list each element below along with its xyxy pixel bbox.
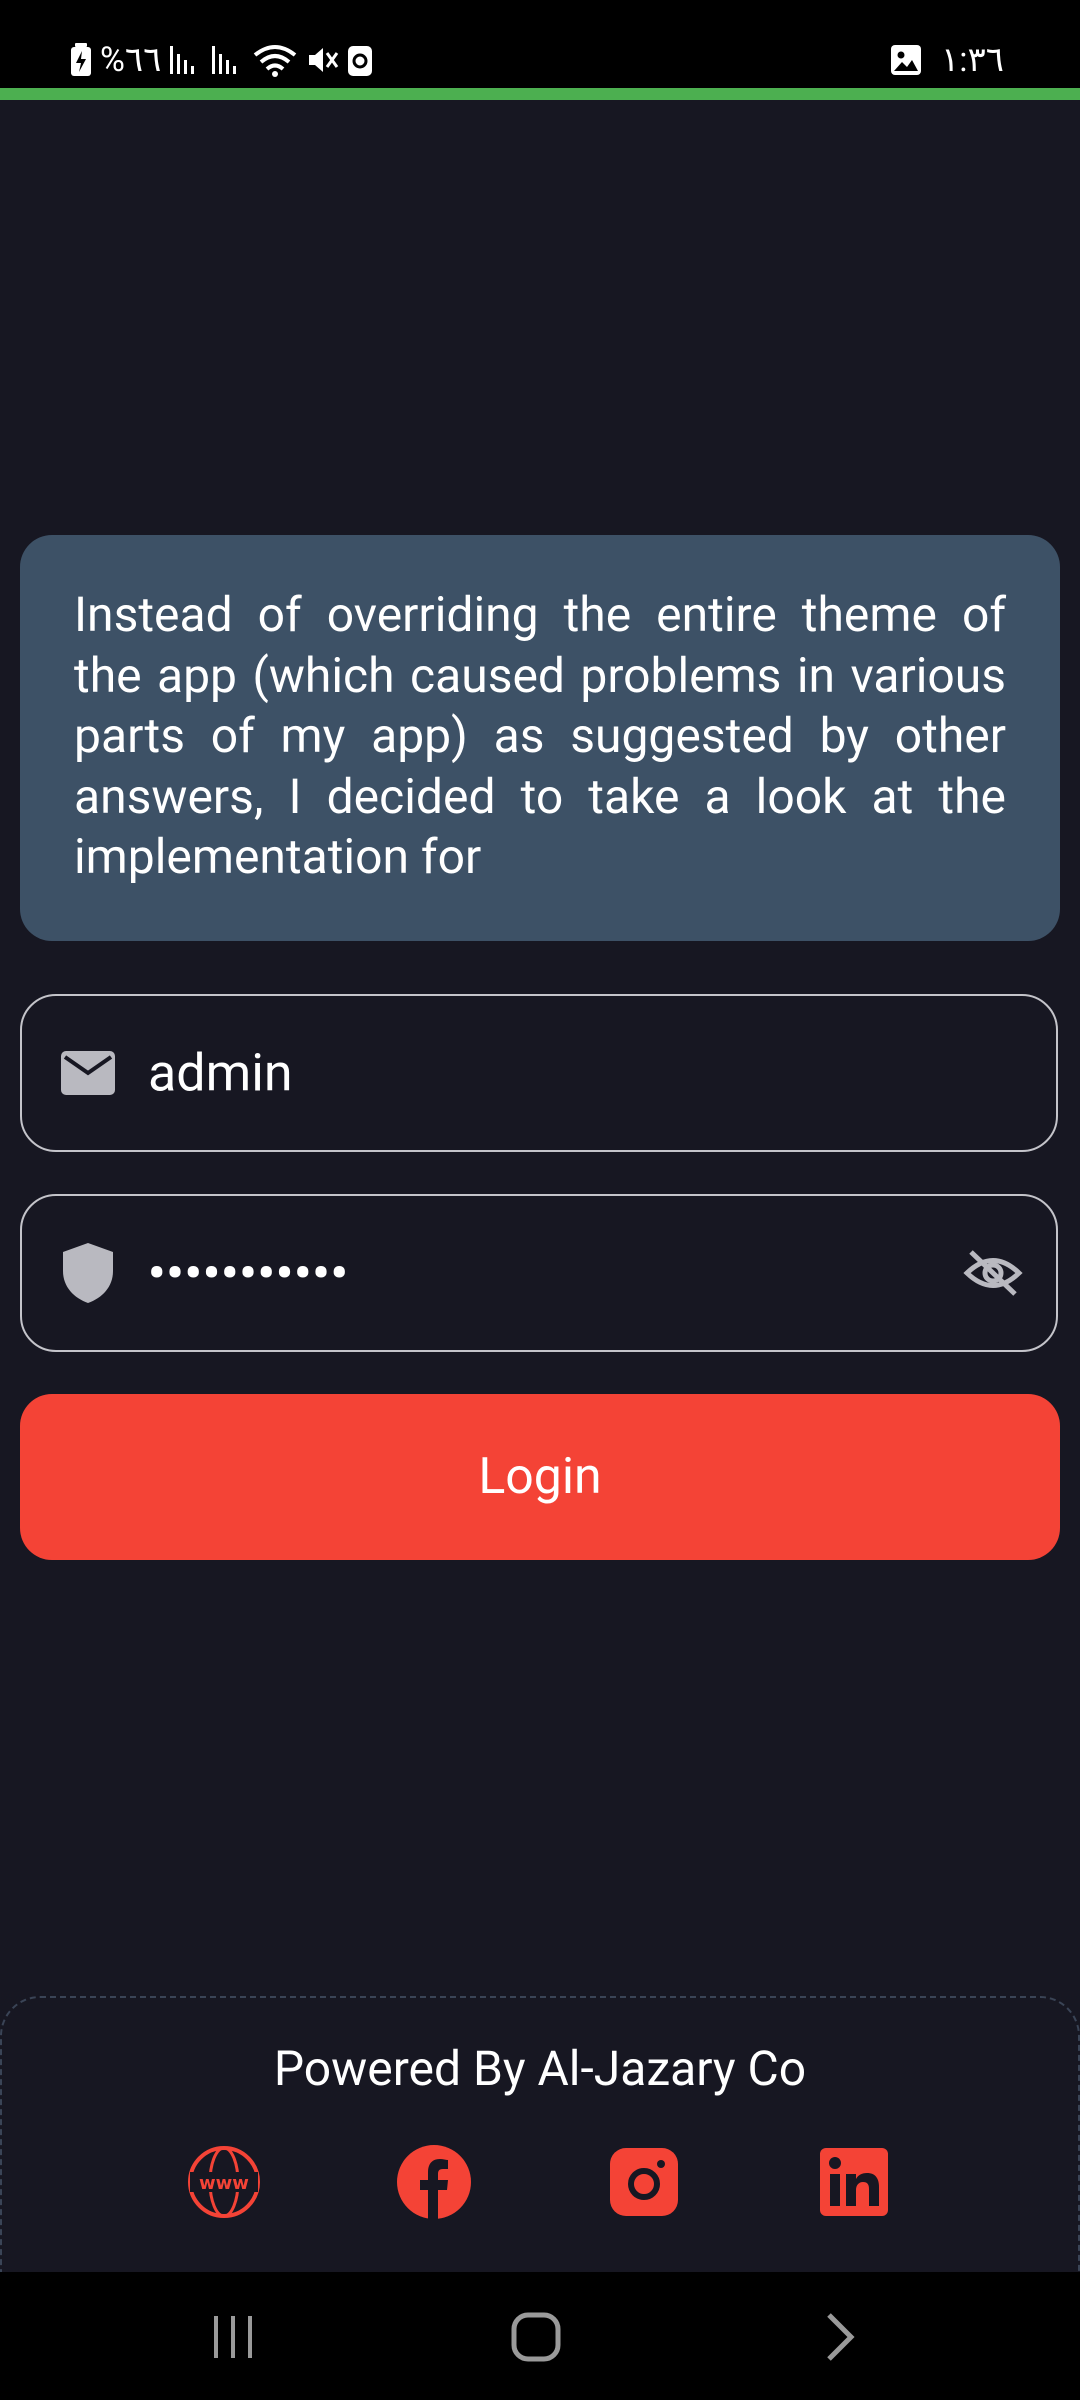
username-field[interactable] <box>20 994 1058 1152</box>
status-time: ١:٣٦ <box>940 40 1004 80</box>
svg-text:www: www <box>199 2173 249 2194</box>
eye-off-icon[interactable] <box>960 1240 1026 1306</box>
status-bar: %٦٦ ١:٣٦ <box>0 0 1080 88</box>
back-icon[interactable] <box>800 2302 880 2372</box>
info-text: Instead of overriding the entire theme o… <box>74 586 1006 885</box>
footer-card <box>0 1996 1080 2276</box>
info-card: Instead of overriding the entire theme o… <box>20 535 1060 941</box>
signal-icon <box>170 46 195 74</box>
www-icon[interactable]: www <box>186 2144 262 2220</box>
footer-title: Powered By Al-Jazary Co <box>273 2040 807 2097</box>
loading-progress-bar <box>0 88 1080 100</box>
signal-icon-2 <box>212 46 237 74</box>
password-input[interactable]: ••••••••••• <box>148 1245 928 1302</box>
shield-icon <box>58 1243 118 1303</box>
battery-charging-icon <box>71 43 91 76</box>
login-button[interactable]: Login <box>20 1394 1060 1560</box>
envelope-icon <box>58 1043 118 1103</box>
gallery-notification-icon <box>890 45 921 75</box>
linkedin-icon[interactable] <box>816 2144 892 2220</box>
battery-percent: %٦٦ <box>100 40 162 80</box>
system-navigation-bar <box>0 2272 1080 2400</box>
password-field[interactable]: ••••••••••• <box>20 1194 1058 1352</box>
status-right: ١:٣٦ <box>890 36 1004 84</box>
mute-icon <box>309 48 339 72</box>
social-links: www <box>0 2144 1080 2224</box>
app-notification-icon <box>348 46 373 76</box>
status-left: %٦٦ <box>70 36 373 84</box>
facebook-icon[interactable] <box>396 2144 472 2220</box>
wifi-icon <box>254 45 297 77</box>
instagram-icon[interactable] <box>606 2144 682 2220</box>
home-icon[interactable] <box>496 2302 576 2372</box>
recent-apps-icon[interactable] <box>194 2302 274 2372</box>
username-input[interactable] <box>148 1042 928 1104</box>
